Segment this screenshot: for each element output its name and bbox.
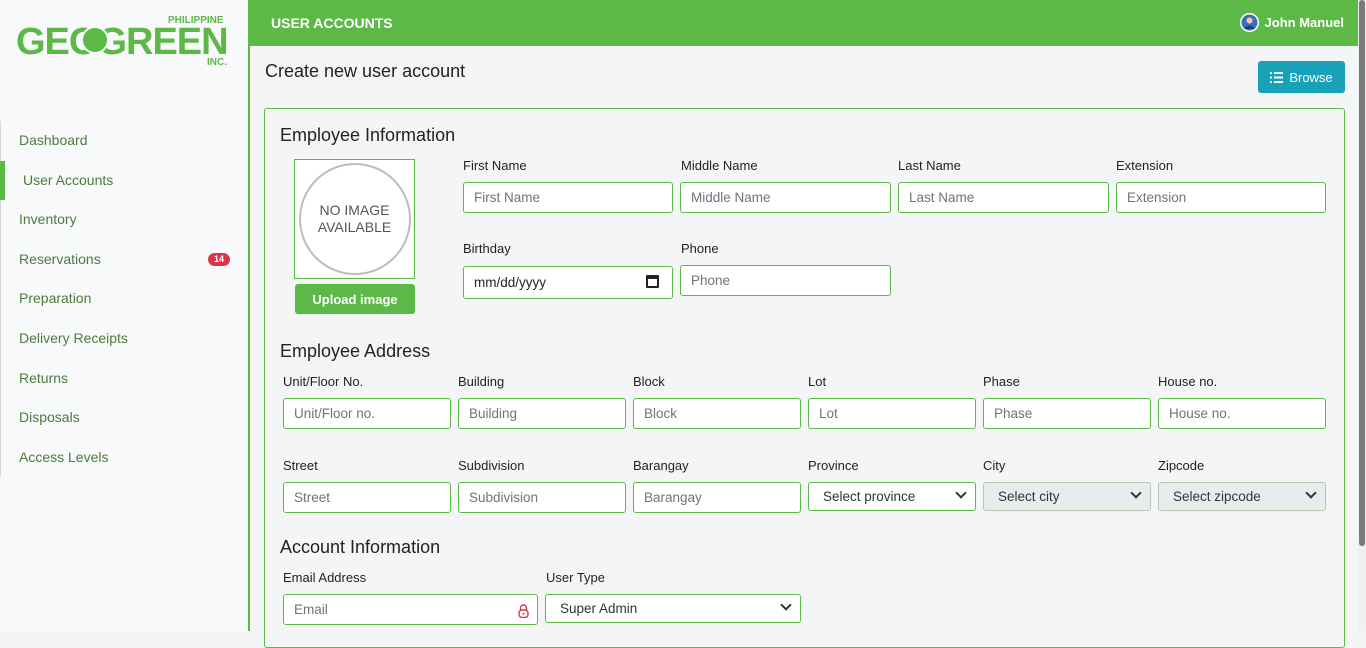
- lot-input[interactable]: Lot: [808, 398, 976, 429]
- house-no-label: House no.: [1158, 374, 1218, 389]
- user-avatar-icon: [1239, 13, 1259, 32]
- city-value: Select city: [998, 489, 1060, 504]
- extension-input[interactable]: Extension: [1116, 182, 1326, 213]
- sidebar-item-label: Preparation: [19, 290, 92, 307]
- sidebar-item-delivery-receipts[interactable]: Delivery Receipts: [1, 319, 248, 359]
- sidebar-item-label: Delivery Receipts: [19, 329, 128, 346]
- sidebar-item-label: Dashboard: [19, 132, 88, 148]
- birthday-date-input[interactable]: mm/dd/yyyy: [463, 266, 673, 299]
- phone-label: Phone: [681, 241, 719, 256]
- sidebar-item-returns[interactable]: Returns: [1, 359, 248, 399]
- subdivision-label: Subdivision: [458, 458, 525, 473]
- photo-preview: NO IMAGE AVAILABLE: [294, 159, 415, 279]
- user-type-value: Super Admin: [560, 601, 638, 616]
- barangay-input[interactable]: Barangay: [633, 482, 801, 513]
- lot-label: Lot: [808, 374, 827, 389]
- no-image-text: NO IMAGE: [319, 202, 390, 218]
- email-input[interactable]: Email: [283, 594, 538, 625]
- upload-image-button[interactable]: Upload image: [295, 284, 415, 314]
- phase-label: Phase: [983, 374, 1020, 389]
- user-menu[interactable]: John Manuel: [1239, 13, 1344, 32]
- chevron-down-icon: [955, 487, 967, 499]
- extension-label: Extension: [1116, 158, 1174, 173]
- province-value: Select province: [823, 489, 916, 504]
- building-label: Building: [458, 374, 505, 389]
- list-icon: [1270, 71, 1284, 83]
- calendar-icon[interactable]: [646, 275, 659, 288]
- zipcode-select[interactable]: Select zipcode: [1158, 482, 1326, 511]
- first-name-input[interactable]: First Name: [463, 182, 673, 213]
- page-section-title: USER ACCOUNTS: [271, 15, 393, 31]
- first-name-label: First Name: [463, 158, 527, 173]
- employee-info-title: Employee Information: [280, 125, 456, 145]
- sidebar-item-reservations[interactable]: Reservations 14: [1, 240, 248, 280]
- middle-name-input[interactable]: Middle Name: [680, 182, 891, 213]
- house-no-input[interactable]: House no.: [1158, 398, 1326, 429]
- subdivision-input[interactable]: Subdivision: [458, 482, 626, 513]
- account-info-title: Account Information: [280, 537, 441, 557]
- city-label: City: [983, 458, 1006, 473]
- block-label: Block: [633, 374, 665, 389]
- lock-icon: [518, 604, 529, 618]
- user-type-select[interactable]: Super Admin: [545, 594, 801, 623]
- user-type-label: User Type: [546, 570, 606, 585]
- sidebar-item-label: Reservations: [19, 250, 101, 267]
- sidebar: PHILIPPINE GEOGREEN INC. Dashboard User …: [0, 0, 250, 631]
- unit-floor-input[interactable]: Unit/Floor no.: [283, 398, 451, 429]
- block-input[interactable]: Block: [633, 398, 801, 429]
- middle-name-label: Middle Name: [681, 158, 758, 173]
- street-input[interactable]: Street: [283, 482, 451, 513]
- building-input[interactable]: Building: [458, 398, 626, 429]
- birthday-label: Birthday: [463, 241, 511, 256]
- page-scrollbar[interactable]: [1358, 0, 1366, 631]
- sidebar-item-label: Disposals: [19, 409, 80, 426]
- sidebar-item-user-accounts[interactable]: User Accounts: [0, 160, 248, 201]
- no-image-placeholder: NO IMAGE AVAILABLE: [298, 163, 411, 275]
- unit-floor-label: Unit/Floor No.: [283, 374, 364, 389]
- sidebar-nav: Dashboard User Accounts Inventory Reserv…: [0, 121, 248, 478]
- employee-address-title: Employee Address: [280, 341, 431, 361]
- sidebar-item-inventory[interactable]: Inventory: [1, 200, 248, 240]
- province-select[interactable]: Select province: [808, 482, 976, 511]
- last-name-label: Last Name: [898, 158, 961, 173]
- browse-button[interactable]: Browse: [1258, 61, 1345, 93]
- city-select[interactable]: Select city: [983, 482, 1151, 511]
- sidebar-item-label: Inventory: [19, 211, 77, 228]
- zipcode-label: Zipcode: [1158, 458, 1205, 473]
- page-title: Create new user account: [265, 61, 466, 81]
- logo-suffix: INC.: [207, 57, 227, 68]
- sidebar-item-label: Returns: [19, 369, 69, 386]
- sidebar-item-dashboard[interactable]: Dashboard: [1, 121, 248, 161]
- chevron-down-icon: [780, 599, 792, 611]
- user-name: John Manuel: [1264, 15, 1344, 30]
- province-label: Province: [808, 458, 859, 473]
- browse-label: Browse: [1289, 69, 1333, 85]
- sidebar-item-label: Access Levels: [19, 448, 109, 465]
- sidebar-item-label: User Accounts: [23, 171, 114, 188]
- chevron-down-icon: [1305, 487, 1317, 499]
- topbar: USER ACCOUNTS John Manuel: [250, 0, 1358, 46]
- sidebar-item-disposals[interactable]: Disposals: [1, 398, 248, 438]
- scrollbar-thumb[interactable]: [1359, 0, 1365, 546]
- phase-input[interactable]: Phase: [983, 398, 1151, 429]
- email-placeholder: Email: [294, 602, 328, 617]
- sidebar-item-access-levels[interactable]: Access Levels: [1, 438, 248, 478]
- barangay-label: Barangay: [633, 458, 689, 473]
- chevron-down-icon: [1130, 487, 1142, 499]
- reservations-count-badge: 14: [208, 252, 230, 266]
- last-name-input[interactable]: Last Name: [898, 182, 1109, 213]
- email-label: Email Address: [283, 570, 367, 585]
- available-text: AVAILABLE: [317, 219, 392, 235]
- street-label: Street: [283, 458, 318, 473]
- phone-input[interactable]: Phone: [680, 265, 891, 296]
- birthday-value: mm/dd/yyyy: [474, 275, 547, 290]
- zipcode-value: Select zipcode: [1173, 489, 1261, 504]
- geogreen-logo[interactable]: PHILIPPINE GEOGREEN INC.: [16, 12, 236, 72]
- sidebar-item-preparation[interactable]: Preparation: [1, 279, 248, 319]
- logo-main: GEOGREEN: [16, 21, 228, 63]
